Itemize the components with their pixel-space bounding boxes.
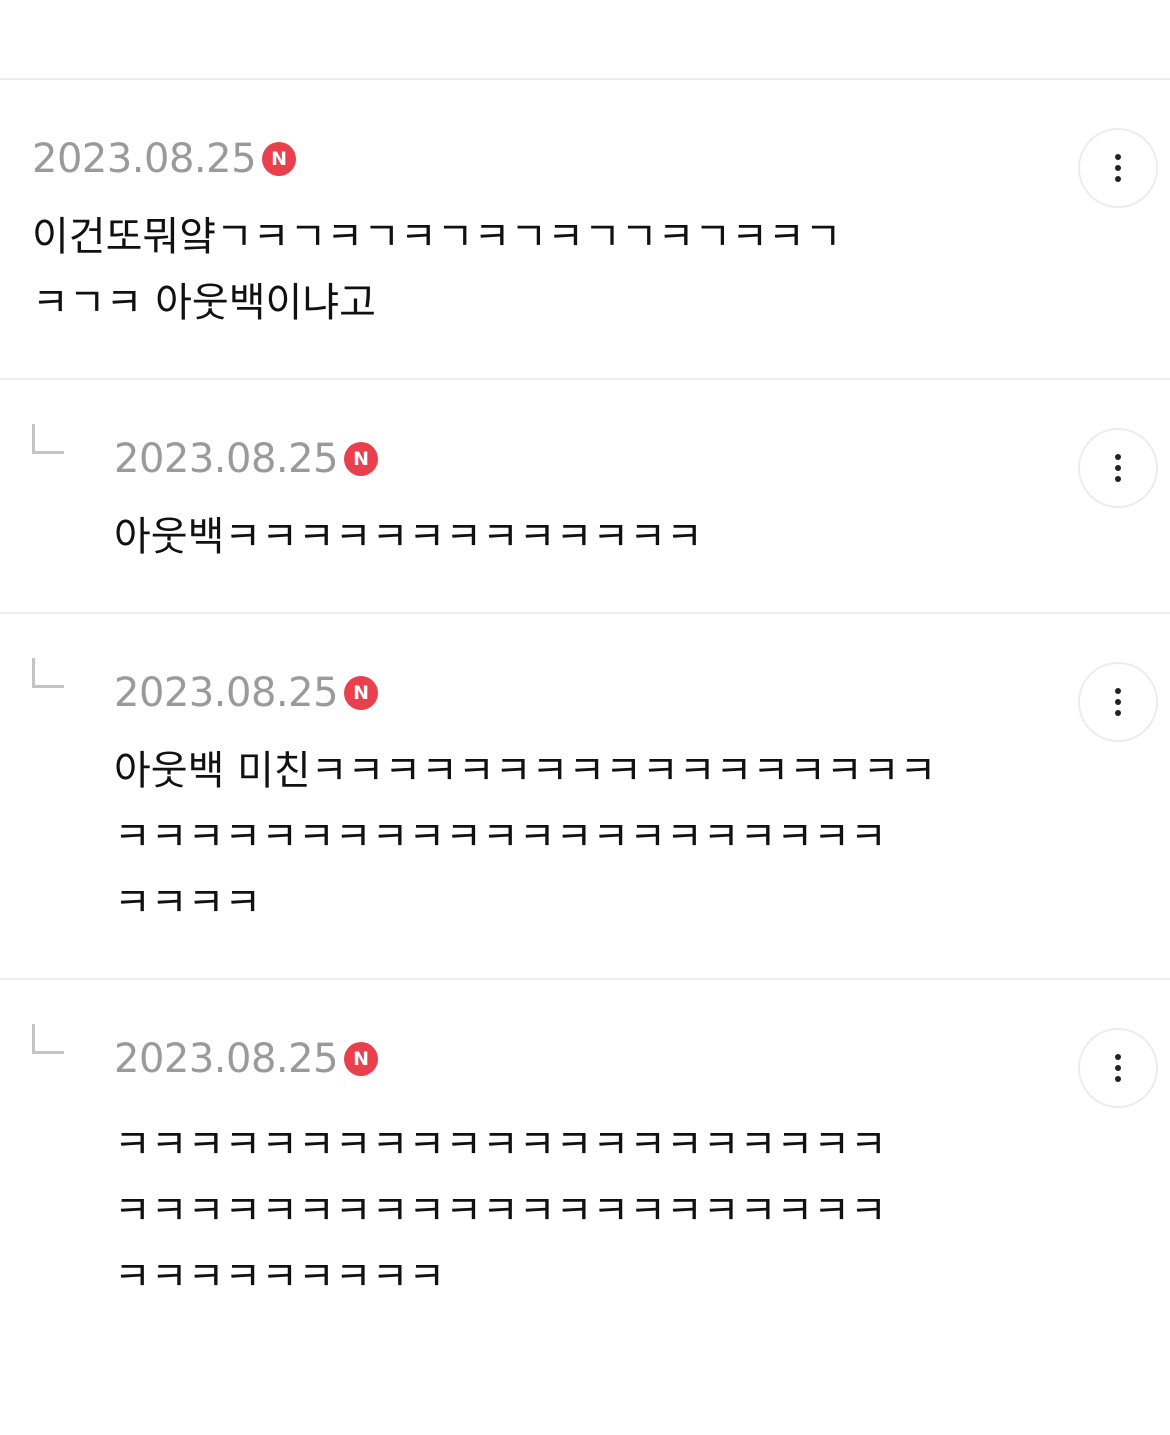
comment-date: 2023.08.25 xyxy=(114,1036,339,1082)
reply-arrow-icon xyxy=(32,658,64,688)
comment-date: 2023.08.25 xyxy=(114,436,339,482)
comment-text-line: ㅋㅋㅋㅋㅋㅋㅋㅋㅋ xyxy=(114,1254,446,1300)
more-vertical-icon xyxy=(1115,154,1121,182)
comment-text-line: ㅋㄱㅋ 아웃백이냐고 xyxy=(32,280,376,326)
reply-item: 2023.08.25 N 아웃백 미친ㅋㅋㅋㅋㅋㅋㅋㅋㅋㅋㅋㅋㅋㅋㅋㅋㅋ ㅋㅋㅋ… xyxy=(0,614,1170,980)
comment-text-line: ㅋㅋㅋㅋㅋㅋㅋㅋㅋㅋㅋㅋㅋㅋㅋㅋㅋㅋㅋㅋㅋ xyxy=(114,1122,887,1168)
comment-text-line: 아웃백ㅋㅋㅋㅋㅋㅋㅋㅋㅋㅋㅋㅋㅋ xyxy=(114,514,703,560)
more-options-button[interactable] xyxy=(1078,662,1158,742)
comment-text-line: 이건또뭐얔ㄱㅋㄱㅋㄱㅋㄱㅋㄱㅋㄱㄱㅋㄱㅋㅋㄱ xyxy=(32,214,842,260)
new-badge: N xyxy=(344,1042,379,1076)
more-options-button[interactable] xyxy=(1078,128,1158,208)
more-options-button[interactable] xyxy=(1078,1028,1158,1108)
reply-item: 2023.08.25 N 아웃백ㅋㅋㅋㅋㅋㅋㅋㅋㅋㅋㅋㅋㅋ xyxy=(0,380,1170,614)
comment-date: 2023.08.25 xyxy=(32,136,257,182)
comment-text: 이건또뭐얔ㄱㅋㄱㅋㄱㅋㄱㅋㄱㅋㄱㄱㅋㄱㅋㅋㄱ ㅋㄱㅋ 아웃백이냐고 xyxy=(32,204,842,336)
reply-arrow-icon xyxy=(32,1024,64,1054)
new-badge: N xyxy=(262,142,297,176)
comment-item: 2023.08.25 N 이건또뭐얔ㄱㅋㄱㅋㄱㅋㄱㅋㄱㅋㄱㄱㅋㄱㅋㅋㄱ ㅋㄱㅋ … xyxy=(0,80,1170,380)
comment-date: 2023.08.25 xyxy=(114,670,339,716)
comment-meta: 2023.08.25 N xyxy=(114,670,379,716)
comment-text: 아웃백 미친ㅋㅋㅋㅋㅋㅋㅋㅋㅋㅋㅋㅋㅋㅋㅋㅋㅋ ㅋㅋㅋㅋㅋㅋㅋㅋㅋㅋㅋㅋㅋㅋㅋㅋ… xyxy=(114,738,936,936)
comment-meta: 2023.08.25 N xyxy=(32,136,297,182)
new-badge: N xyxy=(344,442,379,476)
comment-text: 아웃백ㅋㅋㅋㅋㅋㅋㅋㅋㅋㅋㅋㅋㅋ xyxy=(114,504,703,570)
comment-text-line: ㅋㅋㅋㅋㅋㅋㅋㅋㅋㅋㅋㅋㅋㅋㅋㅋㅋㅋㅋㅋㅋ xyxy=(114,814,887,860)
comment-meta: 2023.08.25 N xyxy=(114,1036,379,1082)
reply-arrow-icon xyxy=(32,424,64,454)
more-options-button[interactable] xyxy=(1078,428,1158,508)
reply-item: 2023.08.25 N ㅋㅋㅋㅋㅋㅋㅋㅋㅋㅋㅋㅋㅋㅋㅋㅋㅋㅋㅋㅋㅋ ㅋㅋㅋㅋㅋ… xyxy=(0,980,1170,1435)
comment-text-line: ㅋㅋㅋㅋㅋㅋㅋㅋㅋㅋㅋㅋㅋㅋㅋㅋㅋㅋㅋㅋㅋ xyxy=(114,1188,887,1234)
comment-text-line: ㅋㅋㅋㅋ xyxy=(114,880,262,926)
more-vertical-icon xyxy=(1115,1054,1121,1082)
top-bar xyxy=(0,0,1170,80)
more-vertical-icon xyxy=(1115,454,1121,482)
comment-text: ㅋㅋㅋㅋㅋㅋㅋㅋㅋㅋㅋㅋㅋㅋㅋㅋㅋㅋㅋㅋㅋ ㅋㅋㅋㅋㅋㅋㅋㅋㅋㅋㅋㅋㅋㅋㅋㅋㅋㅋ… xyxy=(114,1112,887,1310)
new-badge: N xyxy=(344,676,379,710)
comment-text-line: 아웃백 미친ㅋㅋㅋㅋㅋㅋㅋㅋㅋㅋㅋㅋㅋㅋㅋㅋㅋ xyxy=(114,748,937,794)
more-vertical-icon xyxy=(1115,688,1121,716)
comment-meta: 2023.08.25 N xyxy=(114,436,379,482)
